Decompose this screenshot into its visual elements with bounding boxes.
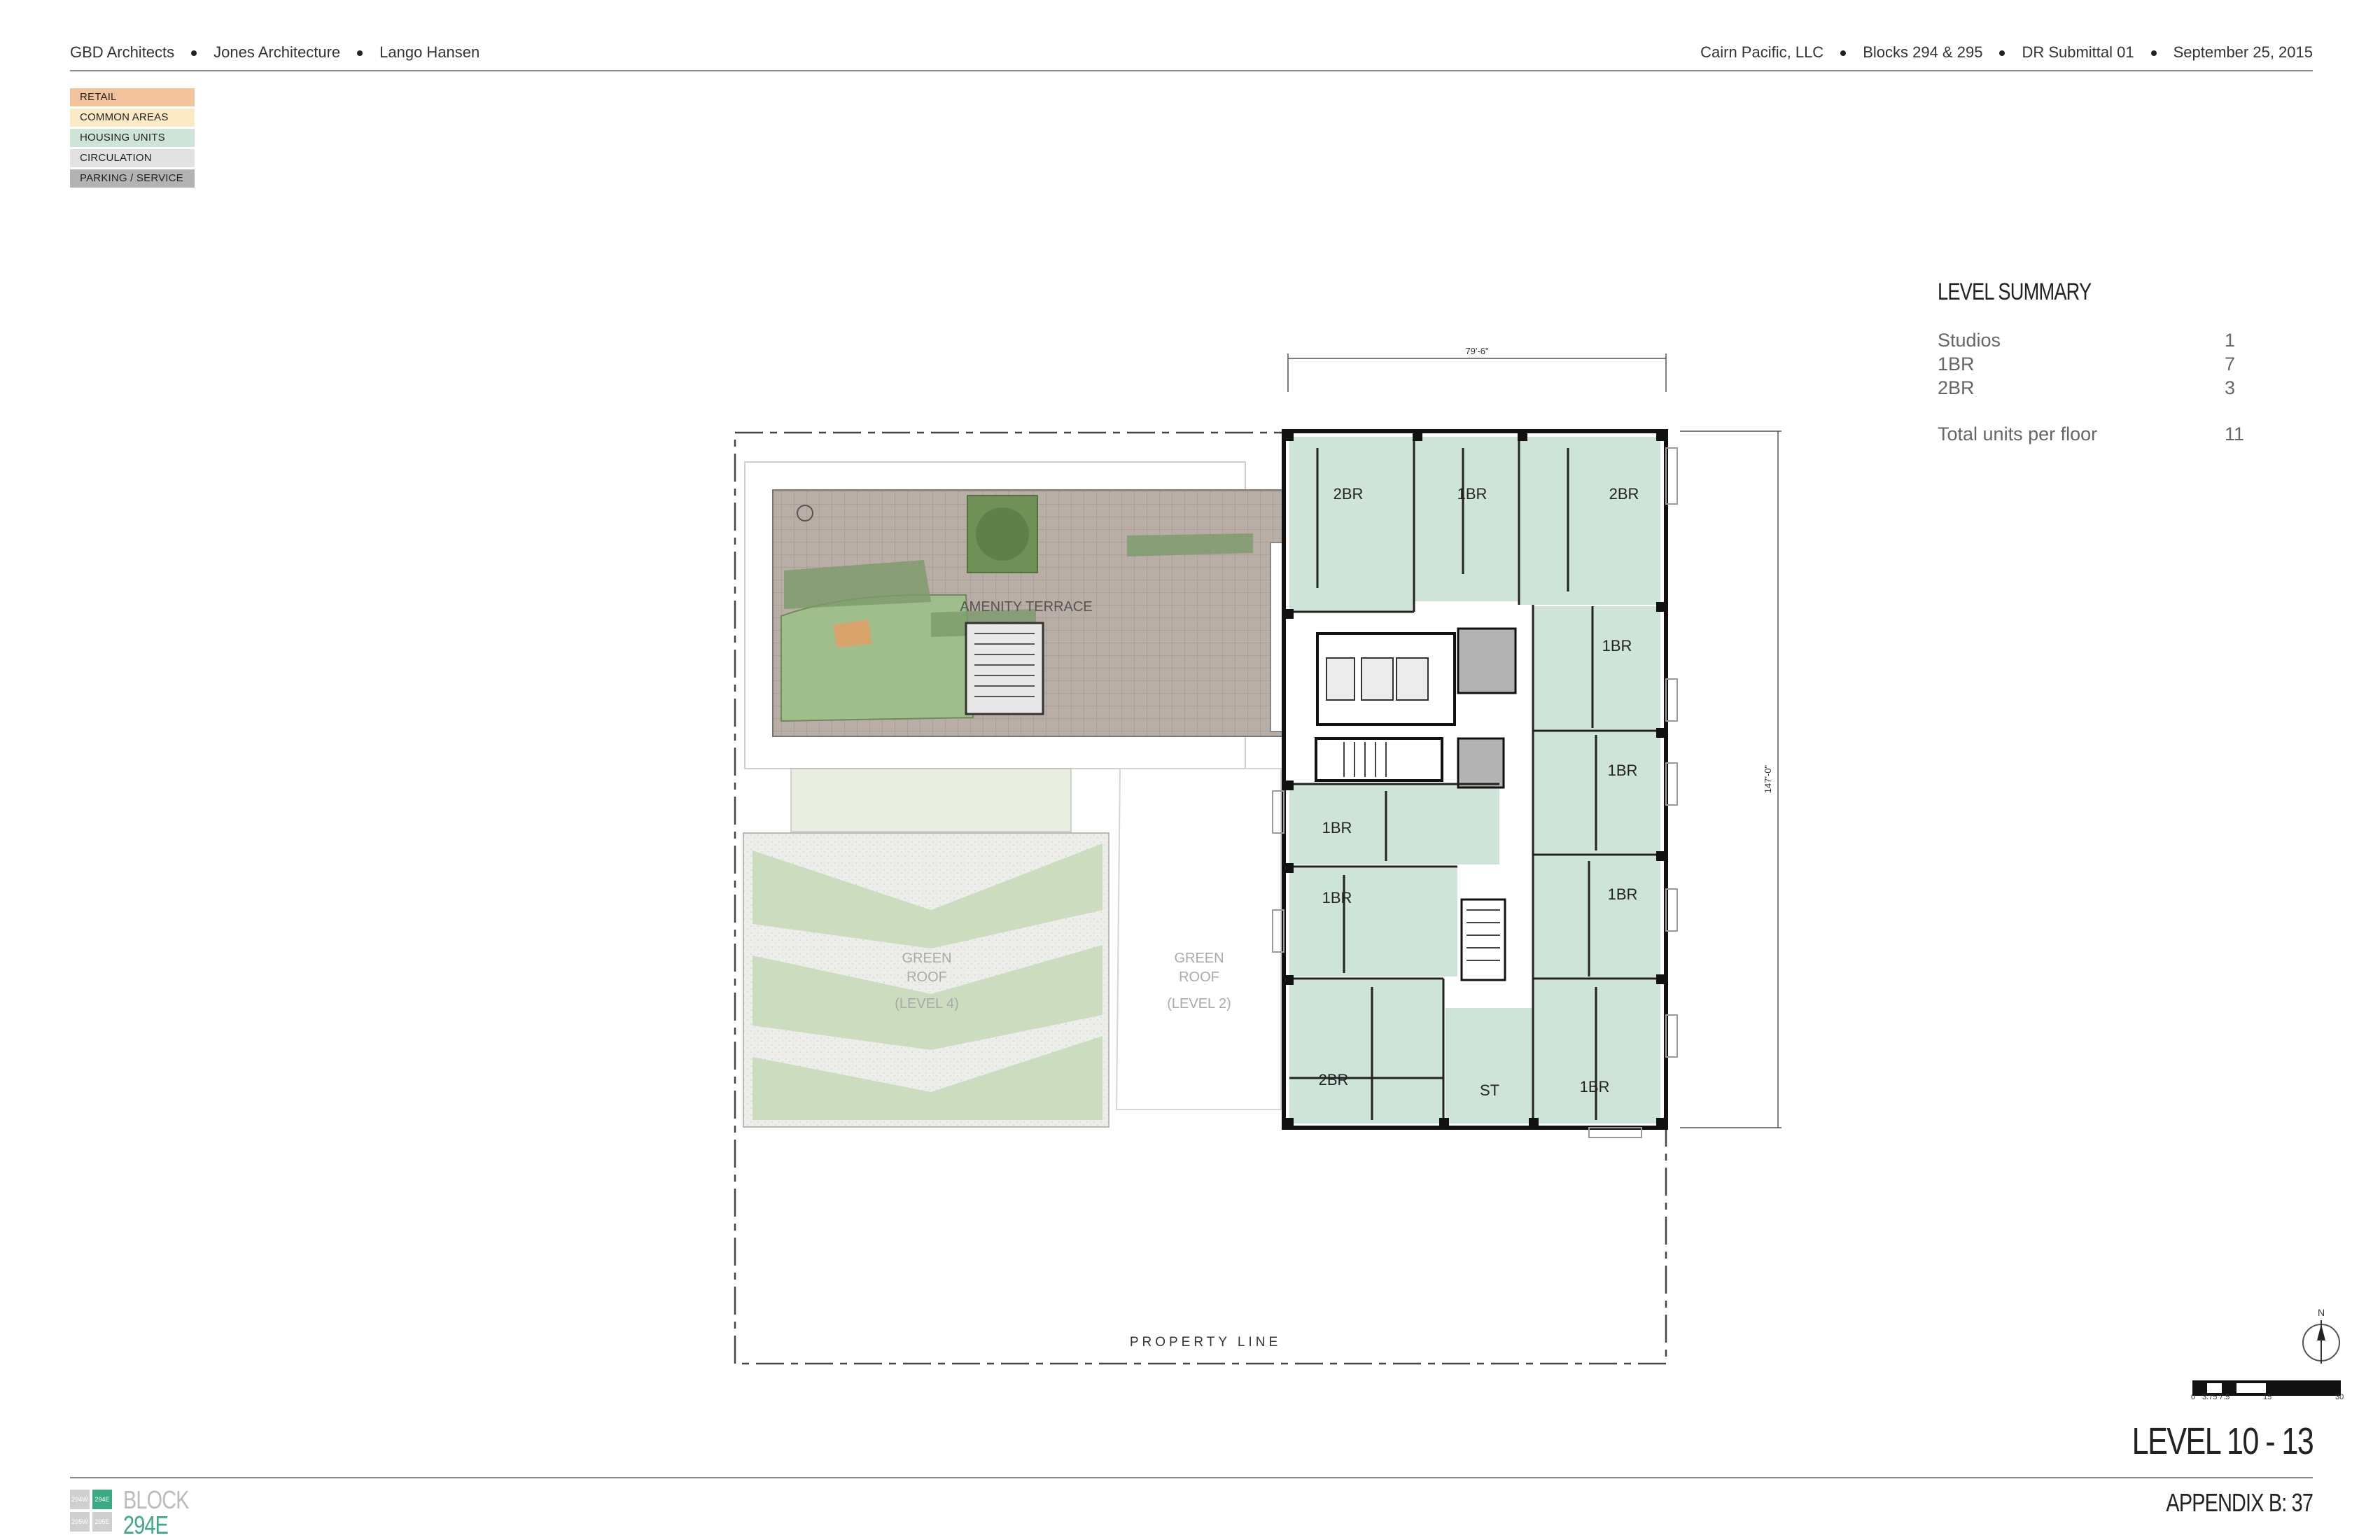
block-cell-295e: 295E [92, 1512, 112, 1532]
unit-label: 1BR [1580, 1078, 1610, 1096]
tower-plan [1272, 429, 1678, 1138]
unit-label: 1BR [1457, 485, 1488, 503]
unit-label: 2BR [1334, 485, 1364, 503]
level2-roof-outline [1115, 768, 1282, 1110]
green-roof-l4-line1: GREEN [902, 951, 951, 966]
scale-tick-label: 7.5 [2219, 1393, 2230, 1401]
block-cell-294w: 294W [70, 1490, 90, 1509]
scale-tick-label: 30 [2335, 1393, 2344, 1401]
scale-tick-label: 0 [2191, 1393, 2196, 1401]
north-arrow-icon [2302, 1320, 2340, 1364]
green-roof-l2-line3: (LEVEL 2) [1167, 996, 1231, 1011]
block-code: 294E [123, 1511, 169, 1539]
block-cell-294e: 294E [92, 1490, 112, 1509]
level-title: LEVEL 10 - 13 [2132, 1420, 2314, 1462]
block-cell-295w: 295W [70, 1512, 90, 1532]
unit-label: ST [1480, 1082, 1499, 1099]
green-roof-level4 [743, 768, 1110, 1128]
floor-plan: PROPERTY LINE GREEN ROOF (LEVEL 4) GREEN… [734, 346, 2341, 1396]
dimension-height-label: 147'-0" [1763, 764, 1773, 793]
green-roof-l2-line2: ROOF [1179, 969, 1219, 985]
unit-label: 2BR [1319, 1071, 1349, 1088]
unit-label: 1BR [1322, 889, 1352, 906]
north-label: N [2318, 1307, 2325, 1318]
dimension-width [1287, 354, 1667, 392]
unit-label: 1BR [1322, 819, 1352, 836]
unit-label: 1BR [1608, 762, 1638, 779]
green-roof-l4-line2: ROOF [906, 969, 947, 985]
property-line-label: PROPERTY LINE [1130, 1335, 1281, 1350]
unit-label: 2BR [1609, 485, 1639, 503]
amenity-terrace-label: AMENITY TERRACE [960, 599, 1092, 615]
scale-tick-label: 3.75 [2202, 1393, 2218, 1401]
unit-label: 1BR [1608, 886, 1638, 903]
appendix-label: APPENDIX B: 37 [2166, 1488, 2314, 1517]
unit-label: 1BR [1602, 637, 1632, 654]
scale-tick-label: 15 [2263, 1393, 2272, 1401]
green-roof-l4-line3: (LEVEL 4) [895, 996, 959, 1011]
dimension-width-label: 79'-6" [1465, 346, 1489, 356]
green-roof-l2-line1: GREEN [1174, 951, 1224, 966]
